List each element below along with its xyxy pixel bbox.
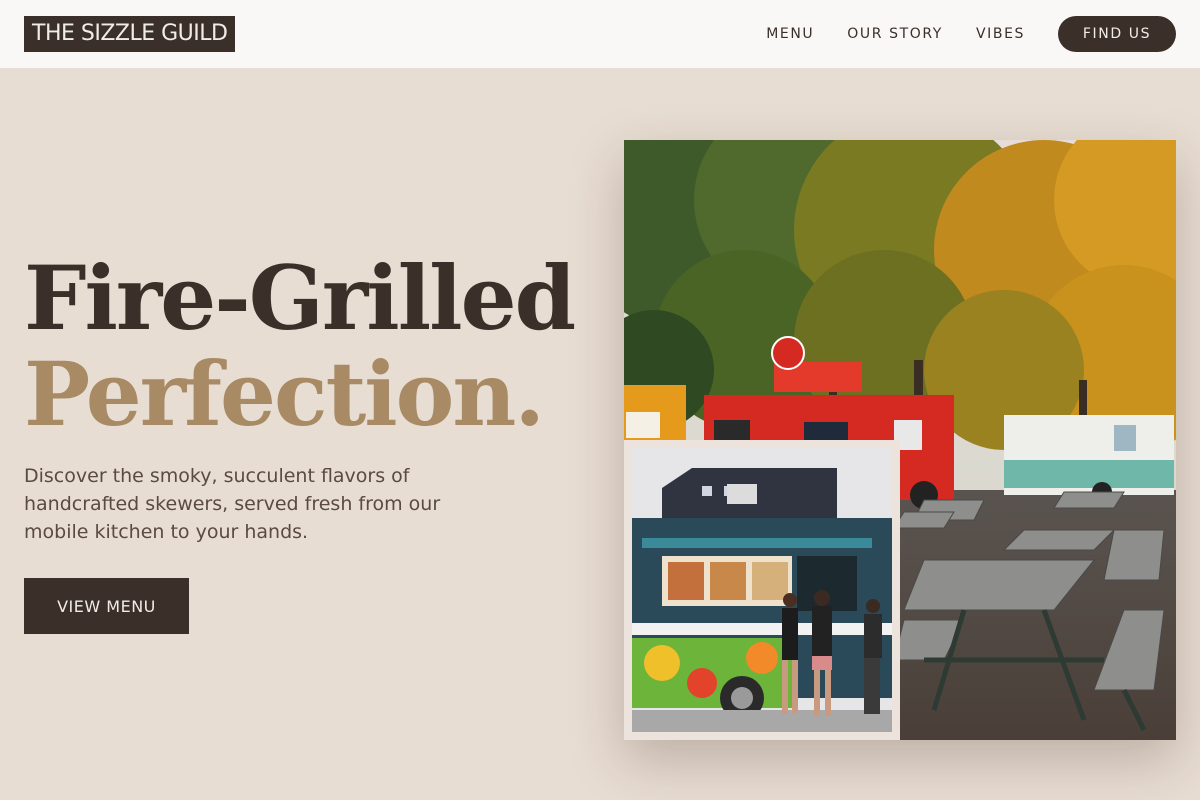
brand-logo[interactable]: THE SIZZLE GUILD [24,16,236,52]
hero-title-line1: Fire-Grilled [24,246,576,350]
hero-title-line2: Perfection. [24,342,545,446]
nav-links: MENU OUR STORY VIBES FIND US [733,16,1176,52]
nav-link-vibes[interactable]: VIBES [976,26,1025,42]
hero-title: Fire-Grilled Perfection. [24,246,576,446]
nav-link-menu[interactable]: MENU [766,26,814,42]
view-menu-button[interactable]: VIEW MENU [24,578,189,634]
hero-subtitle: Discover the smoky, succulent flavors of… [24,465,441,543]
nav-link-our-story[interactable]: OUR STORY [847,26,943,42]
find-us-button[interactable]: FIND US [1058,16,1176,52]
colorful-taco-truck-photo [624,440,900,740]
top-navigation: THE SIZZLE GUILD MENU OUR STORY VIBES FI… [0,0,1200,68]
